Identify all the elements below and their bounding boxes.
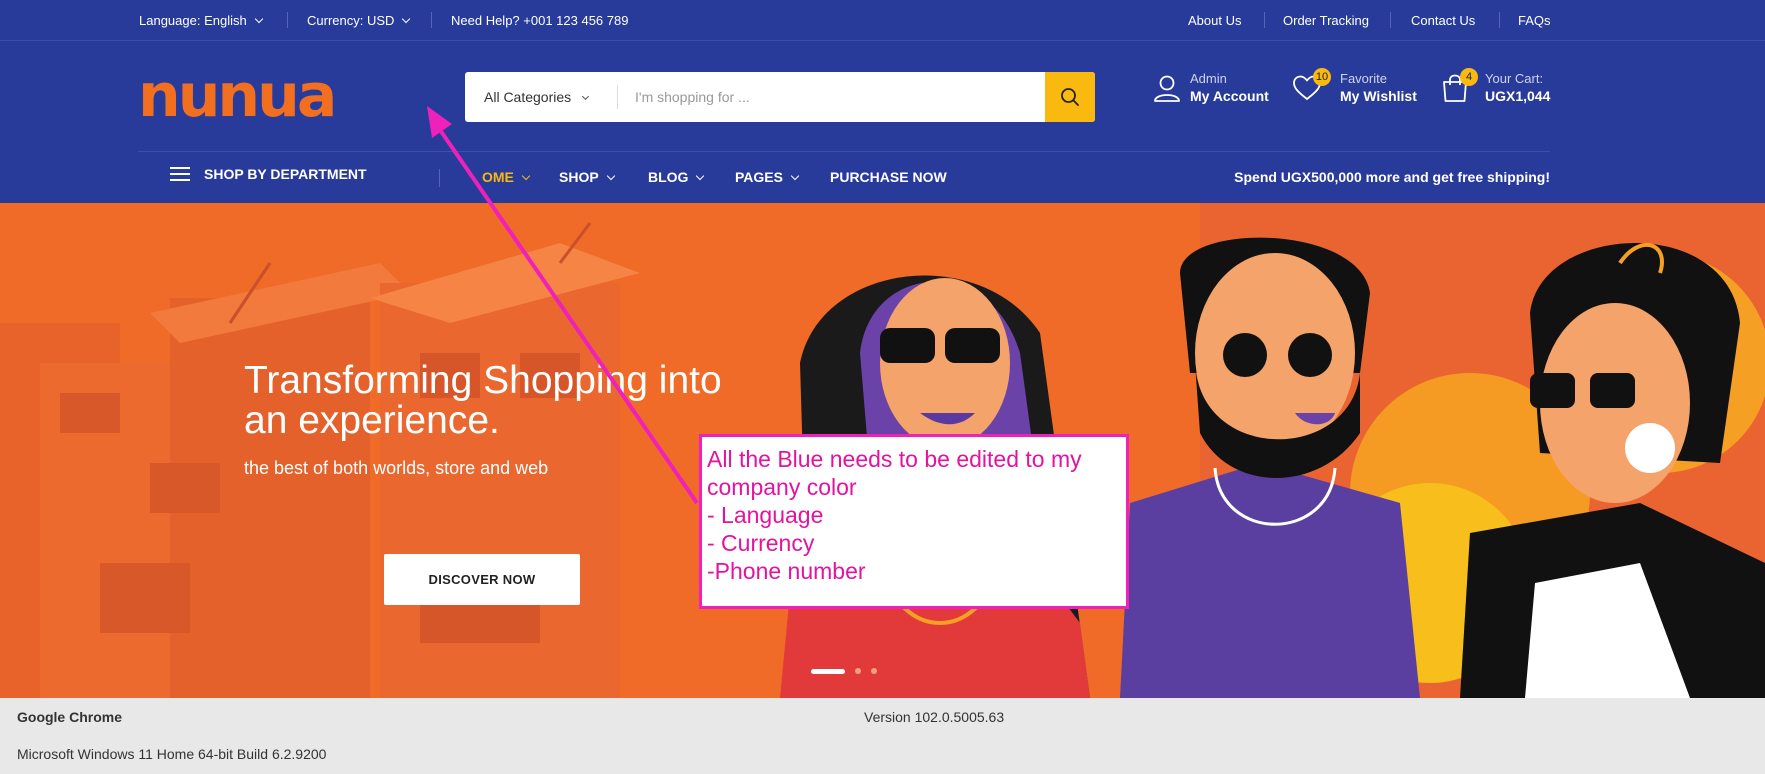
cart-caption: Your Cart: (1485, 71, 1544, 86)
cart-count-badge: 4 (1460, 68, 1478, 86)
link-contact-us[interactable]: Contact Us (1411, 13, 1475, 28)
svg-text:nunua: nunua (138, 70, 334, 124)
help-phone: Need Help? +001 123 456 789 (451, 13, 629, 28)
annotation-line: All the Blue needs to be edited to my (707, 446, 1082, 472)
top-bar: Language: English Currency: USD Need Hel… (0, 0, 1765, 41)
chevron-down-icon (790, 171, 800, 181)
main-nav: SHOP BY DEPARTMENT OME SHOP BLOG PAGES P… (0, 152, 1765, 203)
shipping-promo: Spend UGX500,000 more and get free shipp… (1234, 169, 1550, 185)
account-label: My Account (1190, 88, 1269, 104)
search-button[interactable] (1045, 72, 1095, 122)
search-icon (1061, 88, 1079, 106)
language-selector[interactable]: Language: English (139, 13, 263, 28)
divider (1390, 12, 1391, 28)
carousel-dot[interactable] (855, 668, 861, 674)
search-bar: All Categories (465, 72, 1095, 122)
divider (617, 85, 618, 109)
wishlist-caption: Favorite (1340, 71, 1387, 86)
divider (287, 12, 288, 28)
discover-now-button[interactable]: DISCOVER NOW (384, 554, 580, 605)
wishlist-label: My Wishlist (1340, 88, 1417, 104)
hero-title: Transforming Shopping into an experience… (244, 359, 722, 442)
category-label: All Categories (484, 89, 572, 105)
nav-label: SHOP (559, 169, 599, 185)
wishlist-count-badge: 10 (1313, 68, 1331, 86)
carousel-dots (811, 668, 877, 674)
nav-home[interactable]: OME (482, 169, 531, 185)
menu-icon (170, 167, 190, 181)
shop-by-department-button[interactable]: SHOP BY DEPARTMENT (170, 166, 367, 182)
link-faqs[interactable]: FAQs (1518, 13, 1551, 28)
carousel-dot-active[interactable] (811, 668, 845, 674)
chevron-down-icon (521, 171, 531, 181)
system-info-panel: Google Chrome Version 102.0.5005.63 Micr… (0, 698, 1765, 774)
hero-subtitle: the best of both worlds, store and web (244, 458, 549, 478)
divider (439, 169, 440, 187)
nav-blog[interactable]: BLOG (648, 169, 705, 185)
category-select[interactable]: All Categories (484, 89, 590, 105)
nav-label: OME (482, 169, 514, 185)
nav-shop[interactable]: SHOP (559, 169, 615, 185)
browser-name: Google Chrome (17, 709, 123, 725)
user-icon (1154, 75, 1180, 102)
department-label: SHOP BY DEPARTMENT (204, 166, 367, 182)
link-about-us[interactable]: About Us (1188, 13, 1241, 28)
nav-label: BLOG (648, 169, 689, 185)
account-greeting: Admin (1190, 71, 1227, 86)
carousel-dot[interactable] (871, 668, 877, 674)
annotation-line: -Phone number (707, 558, 866, 584)
divider (1264, 12, 1265, 28)
chevron-down-icon (696, 171, 705, 181)
nav-label: PAGES (735, 169, 783, 185)
chevron-down-icon (582, 92, 590, 101)
annotation-line: company color (707, 474, 857, 500)
cart-total: UGX1,044 (1485, 88, 1551, 104)
divider (431, 12, 432, 28)
main-header: nunua All Categories Admin My Account 10… (0, 41, 1765, 203)
divider (1499, 12, 1500, 28)
chevron-down-icon (254, 14, 263, 24)
link-order-tracking[interactable]: Order Tracking (1283, 13, 1369, 28)
annotation-note: All the Blue needs to be edited to my co… (699, 434, 1129, 609)
chevron-down-icon (402, 14, 411, 24)
nunua-logo[interactable]: nunua (138, 70, 352, 124)
nav-pages[interactable]: PAGES (735, 169, 800, 185)
currency-label: Currency: USD (307, 13, 395, 28)
os-info: Microsoft Windows 11 Home 64-bit Build 6… (17, 746, 327, 762)
annotation-line: - Language (707, 502, 824, 528)
browser-version: Version 102.0.5005.63 (864, 709, 1005, 725)
annotation-line: - Currency (707, 530, 815, 556)
language-label: Language: English (139, 13, 247, 28)
currency-selector[interactable]: Currency: USD (307, 13, 411, 28)
nav-purchase-now[interactable]: PURCHASE NOW (830, 169, 947, 185)
chevron-down-icon (606, 171, 615, 181)
search-input[interactable] (635, 82, 1035, 112)
